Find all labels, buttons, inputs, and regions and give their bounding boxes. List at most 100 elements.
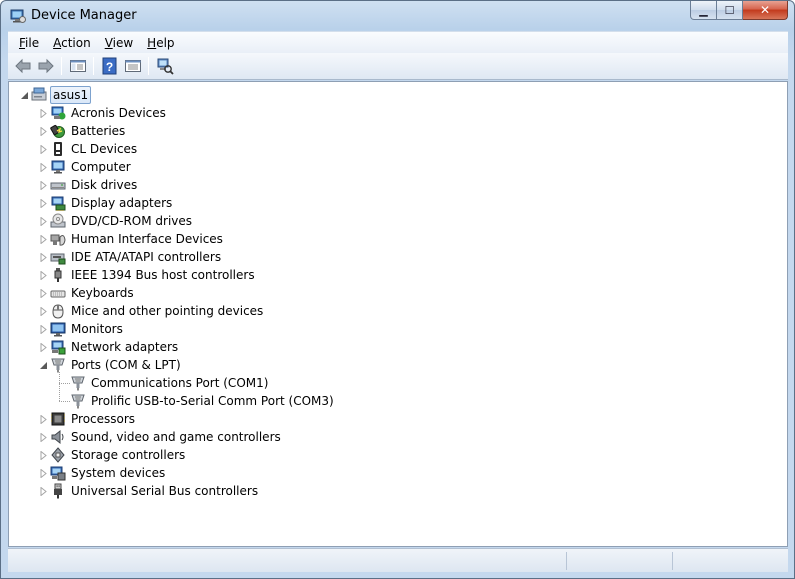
tree-category[interactable]: Sound, video and game controllers xyxy=(50,428,283,446)
expand-arrow-icon[interactable] xyxy=(39,433,48,442)
maximize-button[interactable]: ☐ xyxy=(717,1,743,20)
forward-button[interactable] xyxy=(34,55,57,77)
tree-node-label: Monitors xyxy=(71,322,123,336)
tree-category[interactable]: Batteries xyxy=(50,122,127,140)
window-title: Device Manager xyxy=(31,8,137,23)
display-adapter-icon xyxy=(51,196,66,211)
show-hide-console-tree-icon xyxy=(69,60,86,72)
minimize-button[interactable]: ▁ xyxy=(690,1,717,20)
collapse-arrow-icon[interactable] xyxy=(20,91,29,100)
tree-node-label: System devices xyxy=(71,466,166,480)
menu-label: File xyxy=(19,35,40,50)
menu-help[interactable]: Help xyxy=(140,34,181,52)
expand-arrow-icon[interactable] xyxy=(39,199,48,208)
tree-node-label: Keyboards xyxy=(71,286,134,300)
dvd-drive-icon xyxy=(50,213,66,228)
tree-node-label: Batteries xyxy=(71,124,126,138)
svg-text:?: ? xyxy=(105,60,112,74)
expand-arrow-icon[interactable] xyxy=(39,307,48,316)
keyboard-icon xyxy=(50,290,66,298)
toolbar: ? xyxy=(8,53,788,80)
tree-category[interactable]: Mice and other pointing devices xyxy=(50,302,265,320)
tree-node-label: DVD/CD-ROM drives xyxy=(71,214,193,228)
expand-arrow-icon[interactable] xyxy=(39,325,48,334)
menu-label: View xyxy=(104,35,134,50)
ide-controller-icon xyxy=(50,253,66,265)
expand-arrow-icon[interactable] xyxy=(39,451,48,460)
tree-category[interactable]: CL Devices xyxy=(50,140,139,158)
tree-category[interactable]: Acronis Devices xyxy=(50,104,168,122)
expand-arrow-icon[interactable] xyxy=(39,109,48,118)
expand-arrow-icon[interactable] xyxy=(39,163,48,172)
expand-arrow-icon[interactable] xyxy=(39,181,48,190)
speaker-icon xyxy=(51,429,64,445)
cl-device-icon xyxy=(54,142,62,156)
battery-icon xyxy=(50,124,65,138)
tree-category[interactable]: Network adapters xyxy=(50,338,180,356)
menu-view[interactable]: View xyxy=(98,34,140,52)
tree-category[interactable]: Computer xyxy=(50,158,133,176)
expand-arrow-icon[interactable] xyxy=(39,343,48,352)
expand-arrow-icon[interactable] xyxy=(39,217,48,226)
menu-file[interactable]: File xyxy=(12,34,46,52)
help-button[interactable]: ? xyxy=(98,55,121,77)
tree-node-label: Disk drives xyxy=(71,178,138,192)
expand-arrow-icon[interactable] xyxy=(39,271,48,280)
system-device-icon xyxy=(50,466,66,481)
expand-arrow-icon[interactable] xyxy=(39,145,48,154)
tree-category[interactable]: Monitors xyxy=(50,320,125,338)
scan-hardware-changes-icon xyxy=(157,58,174,75)
expand-arrow-icon[interactable] xyxy=(39,469,48,478)
tree-category[interactable]: DVD/CD-ROM drives xyxy=(50,212,194,230)
tree-category[interactable]: Universal Serial Bus controllers xyxy=(50,482,260,500)
tree-category[interactable]: Storage controllers xyxy=(50,446,187,464)
tree-device[interactable]: Prolific USB-to-Serial Comm Port (COM3) xyxy=(70,392,336,410)
tree-node-label: Universal Serial Bus controllers xyxy=(71,484,259,498)
menu-action[interactable]: Action xyxy=(46,34,98,52)
close-button[interactable]: ✕ xyxy=(743,1,788,20)
tree-category[interactable]: Ports (COM & LPT) xyxy=(50,356,183,374)
tree-category[interactable]: System devices xyxy=(50,464,167,482)
device-tree[interactable]: asus1 Acronis Devices Batteries CL Devices C… xyxy=(8,81,788,547)
tree-node-label: Mice and other pointing devices xyxy=(71,304,264,318)
caption-buttons: ▁ ☐ ✕ xyxy=(690,1,788,21)
expand-arrow-icon[interactable] xyxy=(39,289,48,298)
properties-button[interactable] xyxy=(121,55,144,77)
back-button[interactable] xyxy=(11,55,34,77)
menu-label: Help xyxy=(147,35,175,50)
expand-arrow-icon[interactable] xyxy=(39,127,48,136)
storage-controller-icon xyxy=(51,447,65,463)
port-icon xyxy=(71,376,85,391)
tree-node-label: IEEE 1394 Bus host controllers xyxy=(71,268,255,282)
tree-category[interactable]: Display adapters xyxy=(50,194,174,212)
status-bar xyxy=(8,548,788,572)
expand-arrow-icon[interactable] xyxy=(39,253,48,262)
expand-arrow-icon[interactable] xyxy=(39,415,48,424)
tree-category[interactable]: Disk drives xyxy=(50,176,139,194)
tree-category[interactable]: Human Interface Devices xyxy=(50,230,225,248)
tree-node-label: Communications Port (COM1) xyxy=(91,376,269,390)
show-hide-console-tree-button[interactable] xyxy=(66,55,89,77)
tree-connector xyxy=(59,383,70,384)
acronis-device-icon xyxy=(51,106,66,120)
tree-category[interactable]: Keyboards xyxy=(50,284,136,302)
tree-node-label: Network adapters xyxy=(71,340,179,354)
hid-icon xyxy=(50,234,66,246)
title-bar[interactable]: Device Manager ▁ ☐ ✕ xyxy=(1,1,794,31)
ieee1394-icon xyxy=(54,268,62,282)
tree-category[interactable]: IDE ATA/ATAPI controllers xyxy=(50,248,223,266)
tree-device[interactable]: Communications Port (COM1) xyxy=(70,374,270,392)
tree-connector xyxy=(59,372,60,401)
tree-root-asus1[interactable]: asus1 xyxy=(31,86,92,104)
port-icon xyxy=(51,358,65,373)
minimize-icon: ▁ xyxy=(699,3,708,17)
expand-arrow-icon[interactable] xyxy=(39,235,48,244)
disk-drive-icon xyxy=(50,182,66,190)
toolbar-separator xyxy=(93,57,94,75)
tree-category[interactable]: Processors xyxy=(50,410,137,428)
collapse-arrow-icon[interactable] xyxy=(39,361,48,370)
properties-icon xyxy=(124,60,141,72)
tree-category[interactable]: IEEE 1394 Bus host controllers xyxy=(50,266,257,284)
expand-arrow-icon[interactable] xyxy=(39,487,48,496)
scan-hardware-changes-button[interactable] xyxy=(153,55,176,77)
